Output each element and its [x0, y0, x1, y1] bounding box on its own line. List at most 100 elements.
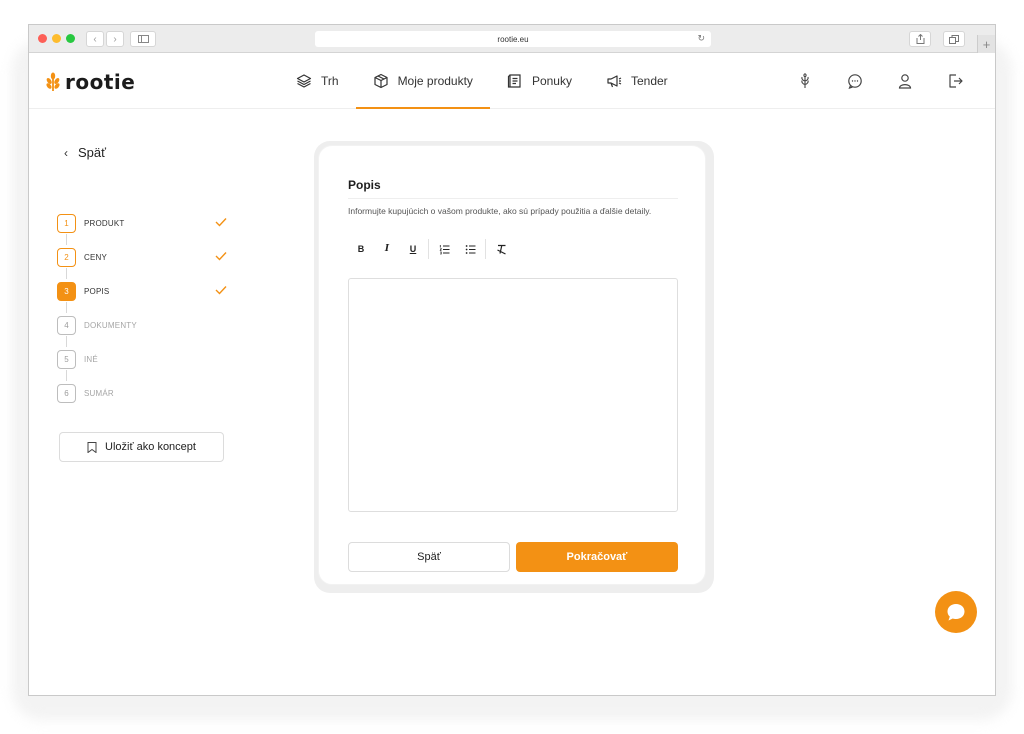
- messages-button[interactable]: [845, 71, 865, 91]
- chevron-left-icon: ‹: [64, 145, 68, 160]
- editor-toolbar: B I U: [348, 238, 514, 260]
- step-connector: [66, 370, 67, 381]
- step-sumar[interactable]: 6 SUMÁR: [57, 383, 227, 403]
- save-draft-button[interactable]: Uložiť ako koncept: [59, 432, 224, 462]
- ordered-list-button[interactable]: [431, 238, 457, 260]
- nav-item-label: Trh: [321, 74, 339, 88]
- step-ine[interactable]: 5 INÉ: [57, 349, 227, 381]
- logo[interactable]: rootie: [44, 70, 135, 94]
- wheat-logo-icon: [46, 72, 60, 91]
- underline-label: U: [409, 244, 417, 254]
- card-divider: [348, 198, 678, 199]
- main-navigation: Trh Moje produkty Ponuky Tender: [279, 53, 685, 109]
- share-button[interactable]: [909, 31, 931, 47]
- clear-format-button[interactable]: [488, 238, 514, 260]
- save-draft-label: Uložiť ako koncept: [105, 441, 196, 453]
- check-icon: [215, 218, 227, 227]
- profile-button[interactable]: [895, 71, 915, 91]
- continue-button[interactable]: Pokračovať: [516, 542, 678, 572]
- offers-icon: [507, 74, 521, 88]
- megaphone-icon: [607, 75, 622, 88]
- chat-bubble-icon: [947, 604, 965, 621]
- step-connector: [66, 302, 67, 313]
- address-bar[interactable]: rootie.eu ↻: [315, 31, 711, 47]
- description-editor[interactable]: [348, 278, 678, 512]
- toolbar-separator: [428, 239, 429, 259]
- step-number: 2: [57, 247, 76, 267]
- wheat-icon: [801, 73, 809, 88]
- back-button[interactable]: Späť: [348, 542, 510, 572]
- close-window-button[interactable]: [38, 34, 47, 43]
- step-number: 6: [57, 383, 76, 403]
- logo-text: rootie: [65, 70, 136, 94]
- step-number: 4: [57, 315, 76, 335]
- step-number: 1: [57, 213, 76, 233]
- step-number: 3: [57, 281, 76, 301]
- check-icon: [215, 286, 227, 295]
- logout-icon: [949, 74, 963, 88]
- minimize-window-button[interactable]: [52, 34, 61, 43]
- step-connector: [66, 268, 67, 279]
- step-dokumenty[interactable]: 4 DOKUMENTY: [57, 315, 227, 347]
- step-label: SUMÁR: [84, 388, 114, 398]
- bullet-list-button[interactable]: [457, 238, 483, 260]
- italic-label: I: [384, 244, 390, 254]
- nav-item-tender[interactable]: Tender: [589, 53, 685, 109]
- crops-button[interactable]: [795, 71, 815, 91]
- underline-button[interactable]: U: [400, 238, 426, 260]
- nav-item-label: Tender: [630, 74, 668, 88]
- step-label: INÉ: [84, 354, 98, 364]
- description-card: Popis Informujte kupujúcich o vašom prod…: [318, 145, 706, 585]
- box-icon: [373, 73, 388, 89]
- nav-item-trh[interactable]: Trh: [279, 53, 356, 109]
- step-popis[interactable]: 3 POPIS: [57, 281, 227, 313]
- reload-icon[interactable]: ↻: [697, 33, 705, 44]
- browser-toolbar: ‹ › rootie.eu ↻ +: [29, 25, 995, 53]
- chat-icon: [848, 74, 862, 89]
- step-connector: [66, 336, 67, 347]
- bookmark-icon: [87, 441, 97, 453]
- wizard-steps: 1 PRODUKT 2 CENY 3 POPIS 4 DOKUMENTY 5 I…: [57, 213, 227, 417]
- logout-button[interactable]: [945, 71, 965, 91]
- window-controls: [38, 34, 75, 43]
- browser-back-button[interactable]: ‹: [86, 31, 104, 47]
- browser-window: ‹ › rootie.eu ↻ + rootie Trh Moje produk…: [28, 24, 996, 696]
- step-produkt[interactable]: 1 PRODUKT: [57, 213, 227, 245]
- step-label: DOKUMENTY: [84, 320, 137, 330]
- sidebar-toggle-button[interactable]: [130, 31, 156, 47]
- back-link-label: Späť: [78, 145, 107, 160]
- step-label: CENY: [84, 252, 108, 262]
- maximize-window-button[interactable]: [66, 34, 75, 43]
- clear-format-icon: [496, 244, 506, 255]
- url-text: rootie.eu: [497, 34, 529, 44]
- sidebar-icon: [137, 35, 149, 43]
- step-label: PRODUKT: [84, 218, 125, 228]
- browser-forward-button[interactable]: ›: [106, 31, 124, 47]
- new-tab-button[interactable]: +: [977, 35, 995, 53]
- bold-label: B: [357, 244, 365, 254]
- user-icon: [898, 74, 912, 89]
- nav-item-ponuky[interactable]: Ponuky: [490, 53, 589, 109]
- nav-item-moje-produkty[interactable]: Moje produkty: [355, 53, 491, 109]
- nav-item-label: Moje produkty: [397, 74, 473, 88]
- support-chat-button[interactable]: [935, 591, 977, 633]
- check-icon: [215, 252, 227, 261]
- share-icon: [916, 34, 924, 44]
- bold-button[interactable]: B: [348, 238, 374, 260]
- layers-icon: [296, 74, 312, 88]
- header-actions: [795, 71, 965, 91]
- tabs-overview-button[interactable]: [943, 31, 965, 47]
- step-connector: [66, 234, 67, 245]
- toolbar-separator: [485, 239, 486, 259]
- card-hint: Informujte kupujúcich o vašom produkte, …: [348, 206, 652, 216]
- ordered-list-icon: [439, 244, 449, 254]
- card-title: Popis: [348, 178, 381, 192]
- back-link[interactable]: ‹ Späť: [64, 145, 106, 160]
- step-label: POPIS: [84, 286, 110, 296]
- app-header: rootie Trh Moje produkty Ponuky Tender: [29, 53, 995, 109]
- bullet-list-icon: [465, 244, 475, 254]
- nav-item-label: Ponuky: [531, 74, 572, 88]
- italic-button[interactable]: I: [374, 238, 400, 260]
- step-number: 5: [57, 349, 76, 369]
- step-ceny[interactable]: 2 CENY: [57, 247, 227, 279]
